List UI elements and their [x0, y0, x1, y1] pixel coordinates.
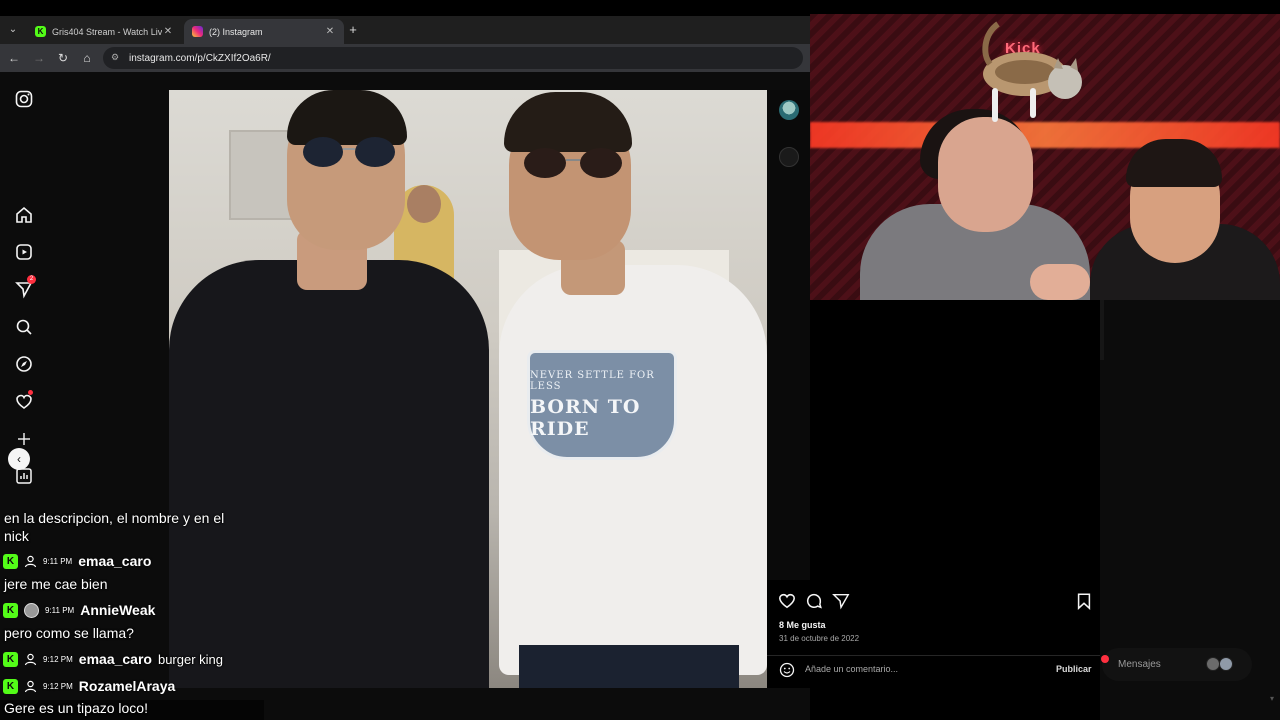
cat-sticker-icon — [982, 21, 1082, 122]
user-avatar — [24, 602, 39, 618]
notification-badge: 2 — [27, 275, 36, 284]
kick-badge-icon: K — [3, 651, 18, 667]
kick-badge-icon: K — [3, 553, 18, 569]
person-right-shirt — [499, 265, 767, 675]
chat-message-text: burger king — [157, 651, 224, 667]
back-arrow-icon[interactable]: ← — [6, 50, 22, 66]
comment-input[interactable]: Añade un comentario... — [805, 664, 898, 674]
user-icon — [24, 653, 37, 666]
publish-button[interactable]: Publicar — [1056, 664, 1092, 674]
share-icon[interactable] — [832, 592, 850, 610]
shirt-print: NEVER SETTLE FOR LESS BORN TO RIDE — [527, 350, 677, 460]
address-bar[interactable]: ⚙ instagram.com/p/CkZXIf2Oa6R/ — [103, 47, 803, 69]
post-date: 31 de octubre de 2022 — [779, 634, 860, 643]
kick-logo-icon: K — [35, 26, 46, 37]
tab-search-dropdown-icon[interactable]: ⌄ — [5, 22, 21, 38]
sunglasses-icon — [303, 137, 395, 167]
person-left-shirt — [169, 260, 489, 688]
tab-title: (2) Instagram — [209, 26, 263, 37]
close-tab-icon[interactable]: ✕ — [162, 26, 174, 37]
search-icon[interactable] — [14, 317, 34, 337]
person-right-hair — [504, 92, 632, 152]
reels-icon[interactable] — [14, 242, 34, 262]
chat-message-header: K 9:11 PM emaa_caro — [3, 551, 157, 571]
tab-bar: ⌄ K Gris404 Stream - Watch Live on ✕ (2)… — [0, 16, 810, 44]
post-photo: NEVER SETTLE FOR LESS BORN TO RIDE — [169, 90, 767, 688]
bookmark-icon[interactable] — [1075, 592, 1093, 610]
explore-icon[interactable] — [14, 354, 34, 374]
chat-message-header: K 9:12 PM RozamelAraya — [3, 676, 181, 696]
site-info-icon[interactable]: ⚙ — [111, 52, 123, 64]
tab-instagram[interactable]: (2) Instagram ✕ — [184, 19, 344, 44]
chat-time: 9:12 PM — [43, 654, 73, 664]
author-avatar[interactable] — [779, 100, 799, 120]
chat-message-text: jere me cae bien — [4, 576, 108, 592]
chat-partial-line: nick — [4, 528, 29, 544]
shirt-text-big: BORN TO RIDE — [530, 396, 641, 440]
tab-kick-stream[interactable]: K Gris404 Stream - Watch Live on ✕ — [27, 19, 182, 44]
chat-time: 9:11 PM — [43, 556, 73, 566]
instagram-sidebar: 2 ‹ — [0, 72, 48, 512]
chat-message-header: K 9:11 PM AnnieWeak — [3, 600, 161, 620]
direct-icon[interactable]: 2 — [14, 275, 36, 299]
person-right-pants — [519, 645, 739, 688]
sunglasses-icon — [524, 148, 622, 178]
user-icon — [24, 680, 37, 693]
chat-username[interactable]: emaa_caro — [79, 651, 152, 667]
shirt-text-small: NEVER SETTLE FOR LESS — [530, 370, 655, 392]
streamer-left-face — [938, 117, 1033, 232]
likes-count[interactable]: 8 Me gusta — [779, 620, 826, 630]
forward-arrow-icon[interactable]: → — [31, 50, 47, 66]
chat-time: 9:12 PM — [43, 681, 73, 691]
streamer-webcam: Kick — [810, 14, 1280, 300]
message-avatar — [1219, 657, 1233, 671]
background-person-head — [407, 185, 441, 223]
reload-icon[interactable]: ↻ — [55, 50, 71, 66]
home-icon[interactable] — [14, 205, 34, 225]
chat-username[interactable]: RozamelAraya — [79, 678, 176, 694]
chat-message-text: pero como se llama? — [4, 625, 134, 641]
panel-divider — [1100, 300, 1104, 360]
notification-dot — [28, 390, 33, 395]
comment-icon[interactable] — [805, 592, 823, 610]
like-heart-icon[interactable] — [778, 592, 796, 610]
messages-label: Mensajes — [1118, 659, 1161, 670]
browser-chrome: ⌄ K Gris404 Stream - Watch Live on ✕ (2)… — [0, 16, 810, 72]
heart-icon[interactable] — [14, 390, 34, 412]
chat-username[interactable]: AnnieWeak — [80, 602, 155, 618]
chat-message-text: Gere es un tipazo loco! — [4, 700, 148, 716]
message-avatar — [1206, 657, 1220, 671]
chat-partial-line: en la descripcion, el nombre y en el — [4, 510, 225, 526]
streamer-right-hair — [1126, 139, 1222, 187]
commenter-avatar[interactable] — [779, 147, 799, 167]
messages-badge — [1101, 655, 1109, 663]
new-tab-button[interactable]: + — [346, 22, 360, 38]
streamer-hand — [1030, 264, 1090, 300]
kick-badge-icon: K — [3, 678, 18, 694]
chat-time: 9:11 PM — [45, 605, 75, 615]
kick-badge-icon: K — [3, 602, 18, 618]
home-icon[interactable]: ⌂ — [79, 50, 95, 66]
navigation-bar: ← → ↻ ⌂ ⚙ instagram.com/p/CkZXIf2Oa6R/ — [0, 44, 810, 72]
close-tab-icon[interactable]: ✕ — [324, 26, 336, 37]
emoji-icon[interactable] — [779, 662, 795, 678]
streamer-right — [1090, 129, 1280, 300]
chevron-left-icon[interactable]: ‹ — [8, 448, 30, 470]
chat-username[interactable]: emaa_caro — [78, 553, 151, 569]
user-icon — [24, 555, 37, 568]
instagram-logo-icon — [192, 26, 203, 37]
chat-message-header: K 9:12 PM emaa_caro burger king — [3, 649, 223, 669]
instagram-logo-icon[interactable] — [14, 89, 34, 109]
create-icon[interactable] — [14, 429, 34, 449]
scroll-down-arrow-icon[interactable]: ▾ — [1270, 694, 1274, 703]
tab-title: Gris404 Stream - Watch Live on — [52, 26, 162, 37]
url-text: instagram.com/p/CkZXIf2Oa6R/ — [129, 52, 271, 64]
